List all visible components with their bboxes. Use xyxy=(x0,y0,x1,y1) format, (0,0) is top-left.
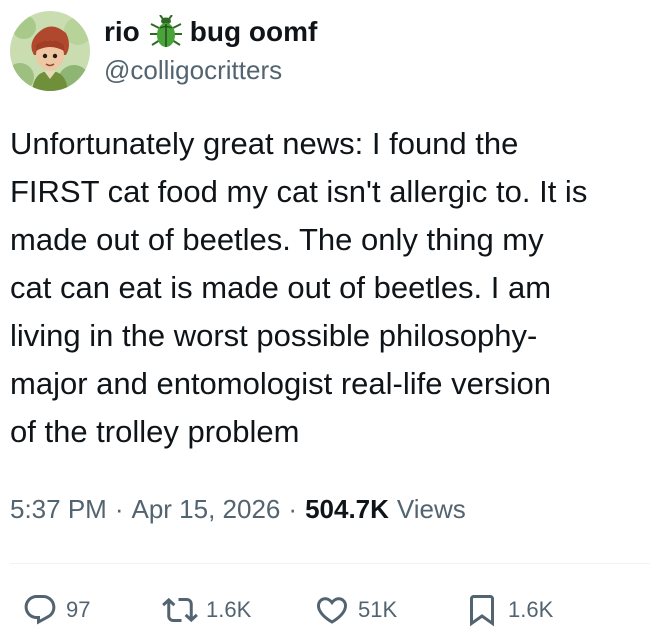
user-handle[interactable]: @colligocritters xyxy=(104,53,317,87)
meta-separator: · xyxy=(288,494,298,524)
tweet-time[interactable]: 5:37 PM xyxy=(10,487,107,531)
avatar[interactable] xyxy=(10,11,90,91)
retweet-icon xyxy=(162,597,198,623)
reply-count: 97 xyxy=(66,597,91,622)
bookmark-button[interactable]: 1.6K xyxy=(464,588,584,632)
retweet-count: 1.6K xyxy=(206,597,252,622)
bookmark-count: 1.6K xyxy=(508,597,554,622)
reply-icon xyxy=(24,595,56,625)
heart-icon xyxy=(316,597,348,624)
user-meta: rio bug oomf @colligocritters xyxy=(104,14,318,87)
meta-separator: · xyxy=(114,494,124,524)
like-count: 51K xyxy=(358,597,398,622)
retweet-button[interactable]: 1.6K xyxy=(162,588,314,632)
tweet-meta: 5:37 PM · Apr 15, 2026 · 504.7K Views xyxy=(10,487,466,531)
display-name-part1: rio xyxy=(104,16,140,47)
tweet-card: rio bug oomf @colligocritters Unfortunat… xyxy=(0,0,660,644)
views-count[interactable]: 504.7K xyxy=(305,487,389,531)
action-bar: 97 1.6K 51K 1.6K xyxy=(22,588,622,632)
display-name-part2: bug oomf xyxy=(189,16,318,47)
views-label: Views xyxy=(396,494,466,524)
tweet-header: rio bug oomf @colligocritters xyxy=(10,10,317,92)
display-name[interactable]: rio bug oomf xyxy=(104,14,318,49)
reply-button[interactable]: 97 xyxy=(22,588,162,632)
beetle-icon xyxy=(148,14,184,49)
tweet-date[interactable]: Apr 15, 2026 xyxy=(132,487,281,531)
like-button[interactable]: 51K xyxy=(314,588,464,632)
bookmark-icon xyxy=(470,595,494,627)
tweet-text: Unfortunately great news: I found the FI… xyxy=(10,126,588,449)
divider xyxy=(10,563,650,564)
